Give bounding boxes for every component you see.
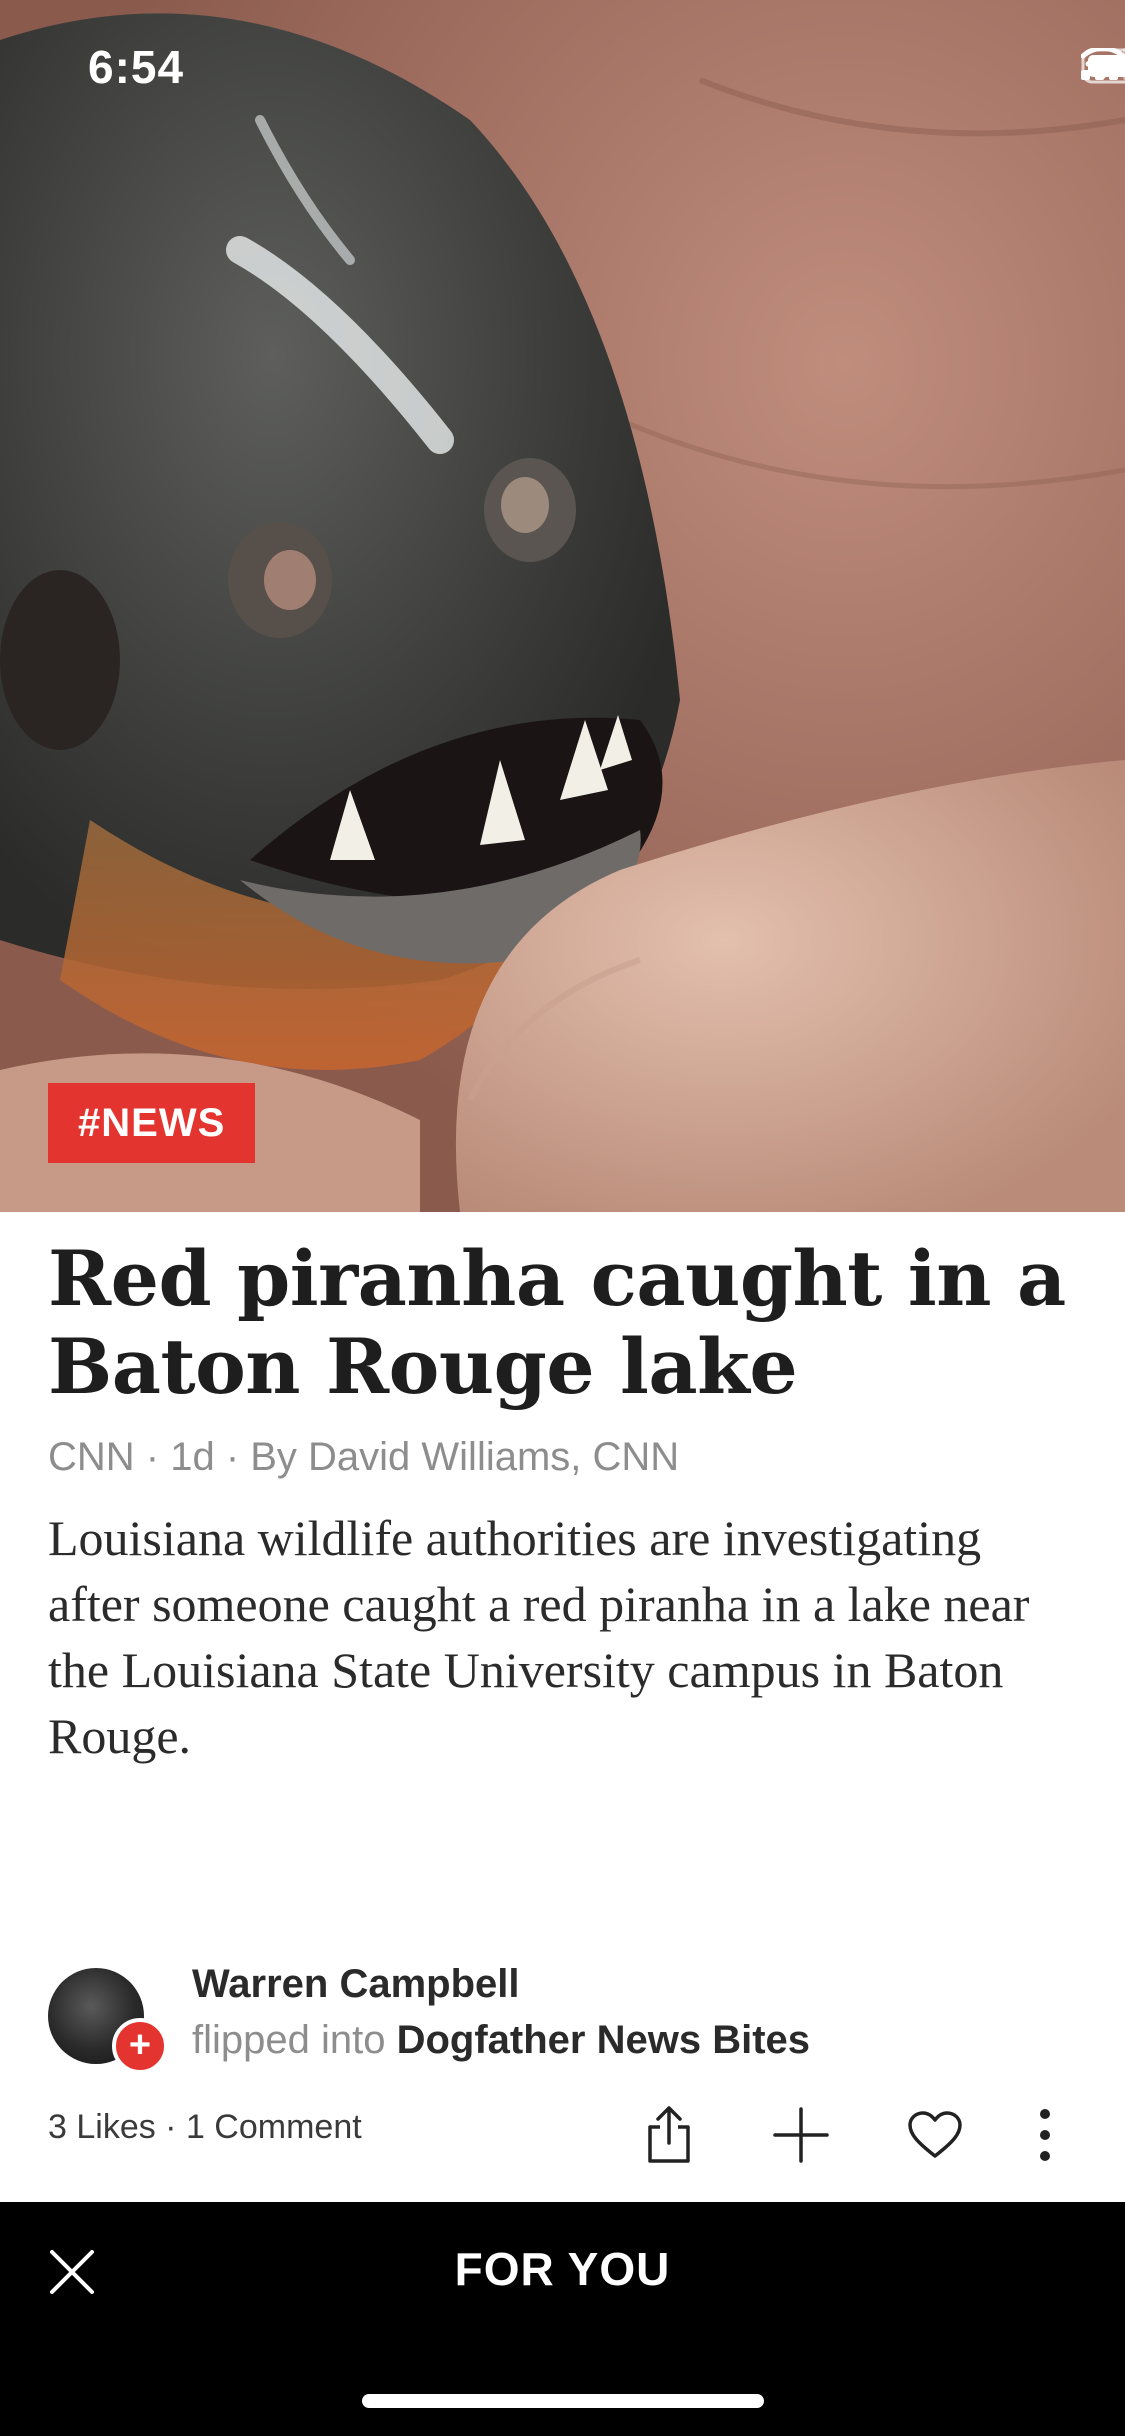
- article-meta: CNN · 1d · By David Williams, CNN: [48, 1435, 680, 1479]
- battery-icon: [1081, 48, 1125, 84]
- share-button[interactable]: [634, 2100, 704, 2170]
- share-icon: [648, 2106, 690, 2163]
- flipped-into-line: flipped into Dogfather News Bites: [192, 2018, 810, 2063]
- article-hero-image[interactable]: 6:54 #NEWS: [0, 0, 1125, 1212]
- flipped-into-label: flipped into: [192, 2018, 386, 2062]
- like-button[interactable]: [900, 2100, 970, 2170]
- heart-icon: [908, 2111, 962, 2158]
- status-bar: 6:54: [0, 0, 1125, 135]
- article-summary[interactable]: Louisiana wildlife authorities are inves…: [48, 1505, 1078, 1769]
- section-title: FOR YOU: [454, 2243, 671, 2295]
- likes-comments-count[interactable]: 3 Likes · 1 Comment: [48, 2108, 362, 2147]
- home-indicator: [362, 2394, 764, 2408]
- more-button[interactable]: [1010, 2100, 1080, 2170]
- more-vertical-icon: [1040, 2109, 1050, 2161]
- add-to-magazine-button[interactable]: [766, 2100, 836, 2170]
- follow-plus-icon[interactable]: +: [112, 2018, 168, 2074]
- topic-tag[interactable]: #NEWS: [48, 1083, 256, 1163]
- article-title[interactable]: Red piranha caught in a Baton Rouge lake: [48, 1235, 1078, 1411]
- flipper-name[interactable]: Warren Campbell: [192, 1962, 519, 2007]
- piranha-photo: [0, 0, 1125, 1212]
- status-time: 6:54: [88, 41, 185, 93]
- magazine-link[interactable]: Dogfather News Bites: [397, 2018, 810, 2062]
- plus-icon: [773, 2107, 829, 2163]
